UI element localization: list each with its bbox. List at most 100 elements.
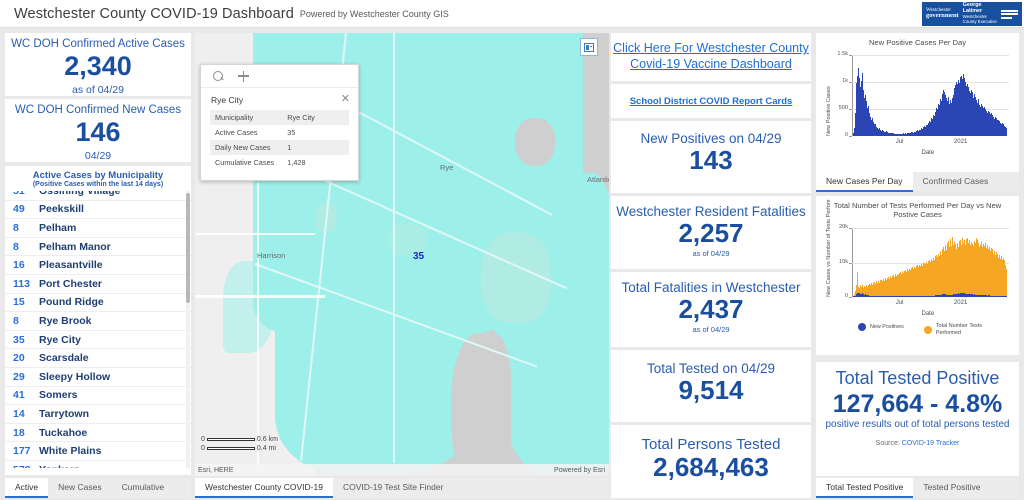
municipality-list[interactable]: 51Ossining Village 49 Peekskill 8 Pelham 8 Pel… [5, 191, 191, 468]
municipality-count: 20 [13, 352, 25, 365]
map-label-harrison: Harrison [257, 251, 286, 260]
map-tabbar[interactable]: Westchester County COVID-19 COVID-19 Test… [195, 478, 609, 498]
map-water-inlet [515, 118, 555, 166]
vaccine-dashboard-link[interactable]: Click Here For Westchester County Covid-… [611, 41, 811, 72]
municipality-row[interactable]: 8 Pelham Manor [5, 237, 191, 257]
total-tested-positive-tabbar[interactable]: Total Tested Positive Tested Positive [816, 478, 1019, 498]
map-attribution-right: Powered by Esri [554, 467, 605, 474]
kpi-active-cases-value: 2,340 [64, 51, 132, 81]
vaccine-dashboard-link-card[interactable]: Click Here For Westchester County Covid-… [611, 33, 811, 81]
tab-covid-19-test-site-finder[interactable]: COVID-19 Test Site Finder [333, 478, 453, 496]
municipality-row[interactable]: 8 Pelham [5, 219, 191, 238]
legend-entry[interactable]: New Positives [858, 323, 904, 331]
total-fatalities-value: 2,437 [678, 294, 744, 324]
municipality-row[interactable]: 8 Rye Brook [5, 312, 191, 331]
municipality-row[interactable]: 16 Pleasantville [5, 256, 191, 275]
tab-new-cases-per-day[interactable]: New Cases Per Day [816, 172, 913, 192]
active-cases-by-municipality-card: Active Cases by Municipality (Positive C… [5, 166, 191, 475]
x-tick-label: 2021 [953, 300, 968, 306]
municipality-row[interactable]: 20 Scarsdale [5, 349, 191, 368]
municipality-row[interactable]: 29 Sleepy Hollow [5, 367, 191, 387]
popup-attribute-row: Municipality Rye City [210, 110, 349, 125]
popup-attribute-row: Active Cases 35 [210, 125, 349, 140]
map-polygon-tail[interactable] [223, 261, 275, 353]
y-tick-label: 1.5k [837, 51, 848, 57]
page-title: Westchester County COVID-19 Dashboard [14, 5, 294, 22]
scale-mi-zero: 0 [201, 445, 205, 452]
x-tick-label: Jul [895, 139, 904, 145]
legend-label: Total Number Tests Performed [935, 323, 982, 336]
municipality-name: Pound Ridge [39, 296, 104, 309]
school-report-cards-link[interactable]: School District COVID Report Cards [630, 96, 793, 107]
municipality-row[interactable]: 41 Somers [5, 386, 191, 406]
municipality-row[interactable]: 18 Tuckahoe [5, 423, 191, 443]
municipality-row[interactable]: 14 Tarrytown [5, 405, 191, 424]
tab-new-cases[interactable]: New Cases [48, 478, 111, 496]
legend-swatch-icon [923, 325, 932, 334]
municipality-row[interactable]: 177 White Plains [5, 442, 191, 461]
municipality-count: 51 [13, 191, 39, 197]
map-polygon-east[interactable] [495, 173, 609, 473]
zoom-to-icon[interactable] [213, 70, 224, 82]
municipality-name: Yonkers [39, 464, 80, 468]
municipality-row[interactable]: 35 Rye City [5, 330, 191, 350]
map-feature-popup[interactable]: Rye City ✕ Municipality Rye City Active Ca… [200, 64, 359, 181]
map-legend-button[interactable] [580, 38, 598, 56]
kpi-new-cases-card: WC DOH Confirmed New Cases 146 04/29 [5, 99, 191, 162]
x-tick-label: Jul [895, 300, 904, 306]
school-report-card-link-card[interactable]: School District COVID Report Cards [611, 84, 811, 118]
popup-attribute-label: Municipality [210, 110, 283, 125]
municipality-count: 578 [13, 464, 39, 468]
source-link[interactable]: COVID-19 Tracker [902, 440, 960, 447]
new-positives-title: New Positives on 04/29 [640, 131, 782, 146]
municipality-row[interactable]: 49 Peekskill [5, 200, 191, 220]
total-persons-tested-title: Total Persons Tested [641, 436, 781, 453]
logo-primary-text: Westchester government [926, 6, 959, 20]
tab-tested-positive[interactable]: Tested Positive [913, 478, 990, 496]
popup-toolbar[interactable] [201, 65, 358, 88]
total-tested-positive-source: Source: COVID-19 Tracker [816, 430, 1019, 447]
tab-cumulative[interactable]: Cumulative [112, 478, 175, 496]
municipality-name: Sleepy Hollow [39, 370, 111, 383]
municipality-count: 29 [13, 370, 25, 383]
municipality-scrollbar-thumb[interactable] [186, 193, 190, 303]
total-tested-positive-card: Total Tested Positive 127,664 - 4.8% pos… [816, 362, 1019, 476]
municipality-tabbar[interactable]: Active New Cases Cumulative [5, 478, 191, 498]
chart1-tabbar[interactable]: New Cases Per Day Confirmed Cases [816, 172, 1019, 192]
municipality-name: Rye Brook [39, 314, 92, 327]
legend-entry[interactable]: Total Number Tests Performed [923, 323, 994, 337]
pan-icon[interactable] [238, 70, 249, 82]
municipality-name: Pleasantville [39, 259, 103, 272]
kpi-new-cases-title: WC DOH Confirmed New Cases [14, 104, 182, 116]
total-persons-tested-card: Total Persons Tested 2,684,463 [611, 425, 811, 498]
legend-swatch-icon [858, 323, 866, 331]
municipality-row[interactable]: 51Ossining Village [5, 191, 191, 201]
close-icon[interactable]: ✕ [341, 94, 350, 105]
municipality-name: Pelham [39, 221, 77, 234]
westchester-logo[interactable]: Westchester government George Latimer West… [922, 2, 1022, 26]
municipality-row[interactable]: 15 Pound Ridge [5, 293, 191, 313]
total-tested-positive-value: 127,664 - 4.8% [832, 390, 1003, 418]
tab-confirmed-cases[interactable]: Confirmed Cases [913, 172, 999, 190]
chart-series [853, 55, 1008, 136]
tab-westchester-county-covid-19[interactable]: Westchester County COVID-19 [195, 478, 333, 498]
chart1-plot[interactable]: 0 500 1k 1.5k Jul 2021 Date New Positive Cases [816, 49, 1019, 172]
logo-secondary-text: George Latimer Westchester County Executi… [962, 2, 997, 24]
tab-active[interactable]: Active [5, 478, 49, 498]
municipality-row[interactable]: 578Yonkers [5, 460, 191, 468]
municipality-row[interactable]: 113 Port Chester [5, 274, 191, 294]
total-fatalities-title: Total Fatalities in Westchester [621, 280, 801, 295]
tab-total-tested-positive[interactable]: Total Tested Positive [816, 478, 914, 498]
municipality-name: Scarsdale [39, 352, 89, 365]
source-prefix: Source: [875, 440, 902, 447]
map-canvas[interactable]: Rye Harrison Atlantic 35 0 0.6 km 0 0.4 mi… [195, 33, 609, 476]
municipality-name: White Plains [39, 445, 102, 458]
map-data-label-rye-city: 35 [413, 251, 425, 262]
chart2-title: Total Number of Tests Performed Per Day … [833, 201, 1002, 220]
chart2-plot[interactable]: 0 10k 20k Jul 2021 Date New Cases vs Number of… [816, 199, 1019, 355]
municipality-count: 113 [13, 277, 30, 290]
chart-new-positive-cases-card: New Positive Cases Per Day 0 500 1k 1.5k Jul… [816, 33, 1019, 172]
app-header: Westchester County COVID-19 Dashboard Po… [0, 0, 1024, 28]
map-road-8 [257, 183, 259, 473]
chart-tests-vs-cases-card: Total Number of Tests Performed Per Day … [816, 196, 1019, 355]
